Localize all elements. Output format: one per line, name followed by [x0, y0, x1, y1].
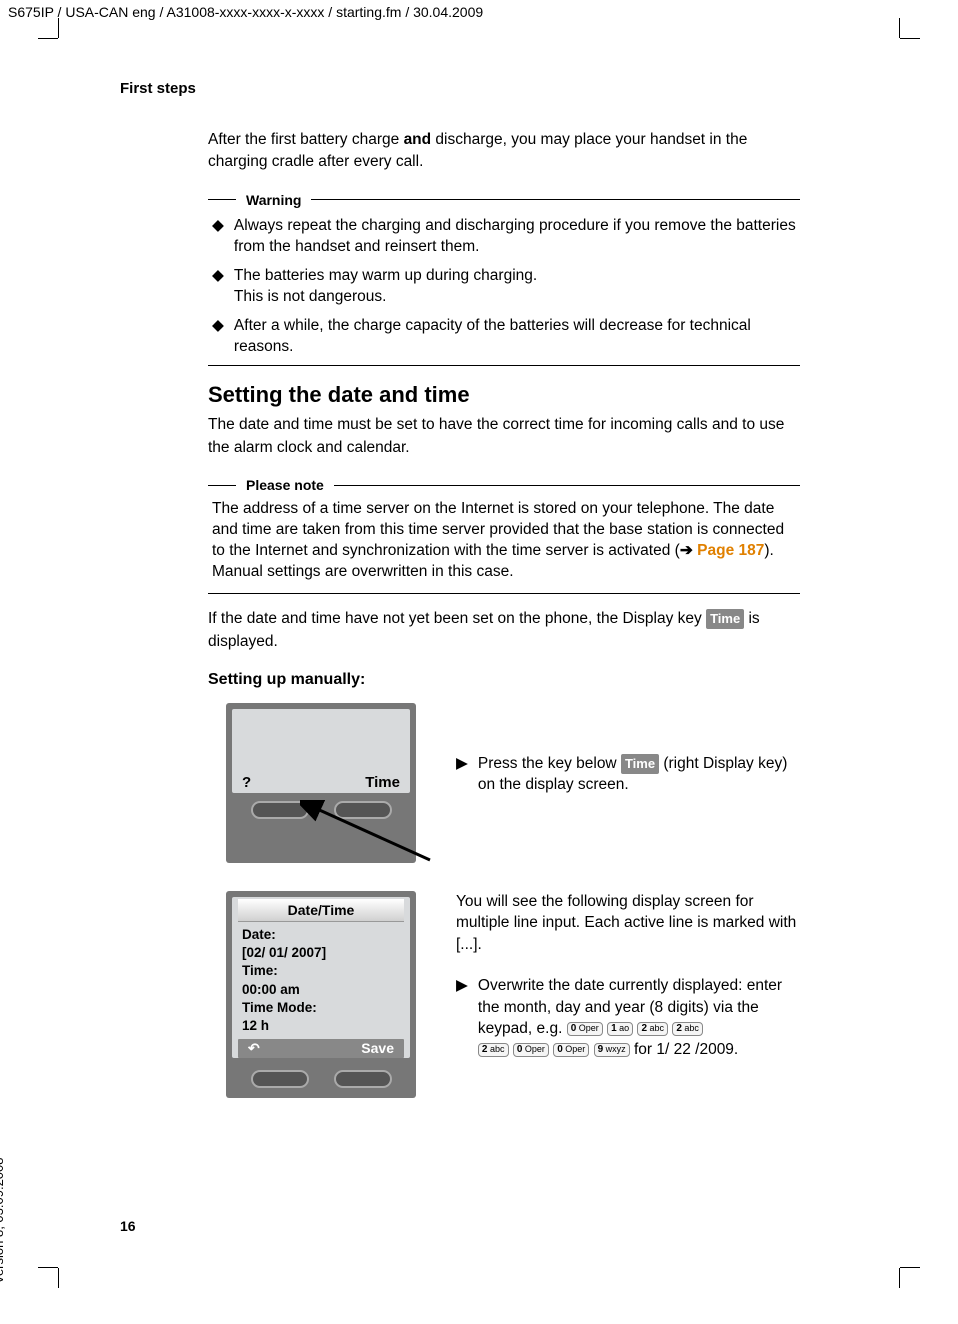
text: The batteries may warm up during chargin… [234, 266, 537, 308]
text: If the date and time have not yet been s… [208, 610, 706, 627]
softkey-left[interactable]: ? [242, 774, 251, 791]
text: for 1/ 22 /2009. [634, 1041, 738, 1058]
softkey-save[interactable]: Save [361, 1040, 394, 1057]
phone-mockup-1: ? Time [226, 703, 416, 863]
note-body: The address of a time server on the Inte… [212, 499, 796, 583]
hw-button-right[interactable] [334, 801, 392, 819]
crop-mark [900, 1267, 920, 1268]
triangle-icon: ▶ [456, 753, 468, 796]
phone-mockup-2: Date/Time Date: [02/ 01/ 2007] Time: 00:… [226, 891, 416, 1098]
keypad-key: 0 Oper [567, 1022, 603, 1036]
field-label: Time: [242, 962, 400, 980]
crop-mark [899, 1268, 900, 1288]
heading-setting-date-time: Setting the date and time [208, 382, 800, 408]
display-key-paragraph: If the date and time have not yet been s… [208, 608, 800, 653]
text: After a while, the charge capacity of th… [234, 316, 800, 358]
time-badge: Time [621, 754, 659, 774]
keypad-key: 2 abc [637, 1022, 668, 1036]
intro-paragraph: After the first battery charge and disch… [208, 129, 800, 174]
softkey-right[interactable]: Time [365, 774, 400, 791]
keypad-key: 9 wxyz [594, 1043, 630, 1057]
warning-label: Warning [246, 192, 301, 208]
keypad-key: 0 Oper [513, 1043, 549, 1057]
rule [208, 593, 800, 594]
crop-mark [38, 38, 58, 39]
crop-mark [38, 1267, 58, 1268]
keypad-key: 1 ao [607, 1022, 633, 1036]
page-link[interactable]: Page 187 [697, 542, 764, 559]
rule [208, 365, 800, 366]
field-value[interactable]: [02/ 01/ 2007] [242, 944, 400, 962]
section-title: First steps [120, 80, 800, 97]
hw-button-left[interactable] [251, 1070, 309, 1088]
field-label: Time Mode: [242, 999, 400, 1017]
note-label: Please note [246, 477, 324, 493]
field-label: Date: [242, 926, 400, 944]
list-item: ◆The batteries may warm up during chargi… [208, 266, 800, 308]
crop-mark [58, 1268, 59, 1288]
arrow-icon: ➔ [680, 542, 693, 559]
hw-button-right[interactable] [334, 1070, 392, 1088]
document-header: S675IP / USA-CAN eng / A31008-xxxx-xxxx-… [0, 0, 958, 24]
warning-list: ◆Always repeat the charging and discharg… [208, 216, 800, 358]
hw-button-left[interactable] [251, 801, 309, 819]
screen-body: Date: [02/ 01/ 2007] Time: 00:00 am Time… [232, 922, 410, 1037]
subheading-manual: Setting up manually: [208, 671, 800, 689]
text: After the first battery charge [208, 131, 404, 148]
keypad-key: 2 abc [478, 1043, 509, 1057]
instruction-row-1: ? Time ▶ Press the key below Time (right… [226, 703, 800, 863]
crop-mark [900, 38, 920, 39]
step-1: ▶ Press the key below Time (right Displa… [456, 753, 800, 796]
page-number: 16 [120, 1218, 136, 1234]
multiline-intro: You will see the following display scree… [456, 891, 800, 955]
list-item: ◆Always repeat the charging and discharg… [208, 216, 800, 258]
triangle-icon: ▶ [456, 975, 468, 1061]
h2-intro: The date and time must be set to have th… [208, 414, 800, 459]
keypad-key: 2 abc [672, 1022, 703, 1036]
list-item: ◆After a while, the charge capacity of t… [208, 316, 800, 358]
text: Press the key below [478, 755, 621, 772]
step-2: ▶ Overwrite the date currently displayed… [456, 975, 800, 1061]
text-bold: and [404, 131, 432, 148]
crop-mark [58, 18, 59, 38]
crop-mark [899, 18, 900, 38]
warning-header: Warning [208, 192, 800, 208]
keypad-key: 0 Oper [553, 1043, 589, 1057]
softkey-back[interactable]: ↶ [248, 1040, 260, 1057]
instruction-row-2: Date/Time Date: [02/ 01/ 2007] Time: 00:… [226, 891, 800, 1098]
version-text: Version 8, 03.09.2008 [0, 1158, 6, 1285]
text: Always repeat the charging and dischargi… [234, 216, 800, 258]
time-badge: Time [706, 609, 744, 630]
screen-title: Date/Time [238, 899, 404, 922]
field-value[interactable]: 12 h [242, 1017, 400, 1035]
field-value[interactable]: 00:00 am [242, 981, 400, 999]
note-header: Please note [208, 477, 800, 493]
